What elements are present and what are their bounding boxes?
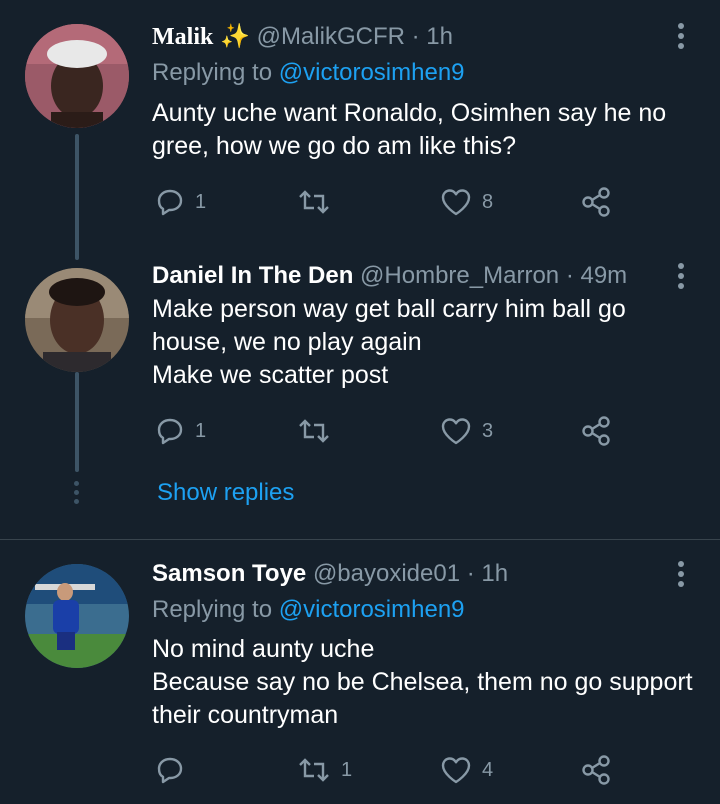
avatar[interactable] (25, 24, 129, 128)
reply-count: 1 (195, 419, 207, 442)
timestamp[interactable]: · 1h (467, 560, 508, 587)
replying-to-label: Replying to (152, 596, 273, 623)
share-icon (582, 416, 610, 446)
tweet-text-line: house, we no play again (152, 328, 422, 356)
tweet-text-line: Because say no be Chelsea, them no go su… (152, 668, 693, 696)
tweet-text-line: their countryman (152, 701, 339, 729)
mention-link[interactable]: @victorosimhen9 (279, 596, 465, 623)
avatar-image (25, 268, 129, 372)
user-handle[interactable]: @MalikGCFR (257, 23, 405, 50)
tweet-text: Aunty uche want Ronaldo, Osimhen say he … (152, 97, 697, 163)
display-name[interactable]: Daniel In The Den (152, 262, 353, 289)
tweet-actions: 1 3 (155, 414, 635, 448)
user-handle[interactable]: @Hombre_Marron (360, 262, 559, 289)
avatar-image (25, 564, 129, 668)
heart-icon (441, 757, 471, 784)
tweet-text: Make person way get ball carry him ball … (152, 293, 697, 392)
timestamp[interactable]: · 49m (566, 262, 627, 289)
reply-button[interactable]: 1 (155, 414, 206, 448)
more-options-icon[interactable] (676, 560, 686, 593)
share-icon (582, 755, 610, 785)
retweet-button[interactable] (297, 185, 341, 219)
tweet-actions: 1 8 (155, 185, 635, 219)
reply-count: 1 (195, 190, 207, 213)
avatar[interactable] (25, 564, 129, 668)
like-count: 4 (482, 758, 494, 781)
tweet-text-line: gree, how we go do am like this? (152, 132, 517, 160)
thread-continuation-dots (74, 481, 79, 508)
share-button[interactable] (580, 414, 612, 448)
show-replies-link[interactable]: Show replies (157, 479, 294, 507)
replying-to: Replying to @victorosimhen9 (152, 596, 465, 624)
reply-icon (157, 757, 183, 784)
user-handle[interactable]: @bayoxide01 (313, 560, 460, 587)
tweet[interactable]: Malik ✨ @MalikGCFR · 1h Replying to @vic… (0, 0, 720, 260)
tweet[interactable]: Daniel In The Den @Hombre_Marron · 49m M… (0, 260, 720, 472)
like-count: 3 (482, 419, 494, 442)
reply-icon (157, 189, 183, 216)
tweet-text-line: Make we scatter post (152, 361, 389, 389)
tweet-actions: 1 4 (155, 753, 635, 787)
more-options-icon[interactable] (676, 262, 686, 295)
tweet-text: No mind aunty uche Because say no be Che… (152, 633, 697, 732)
retweet-icon (299, 758, 329, 782)
tweet-header: Samson Toye @bayoxide01 · 1h (152, 560, 508, 588)
mention-link[interactable]: @victorosimhen9 (279, 59, 465, 86)
reply-button[interactable]: 1 (155, 185, 206, 219)
like-button[interactable]: 8 (440, 185, 493, 219)
replying-to-label: Replying to (152, 59, 273, 86)
display-name[interactable]: Malik (152, 24, 213, 50)
share-button[interactable] (580, 185, 612, 219)
avatar-image (25, 24, 129, 128)
reply-button[interactable] (155, 753, 195, 787)
retweet-button[interactable] (297, 414, 341, 448)
more-options-icon[interactable] (676, 22, 686, 55)
heart-icon (441, 418, 471, 445)
retweet-icon (299, 190, 329, 214)
like-button[interactable]: 3 (440, 414, 493, 448)
tweet-header: Malik ✨ @MalikGCFR · 1h (152, 22, 453, 51)
timestamp[interactable]: · 1h (412, 23, 453, 50)
replying-to: Replying to @victorosimhen9 (152, 59, 465, 87)
tweet[interactable]: Samson Toye @bayoxide01 · 1h Replying to… (0, 540, 720, 804)
like-count: 8 (482, 190, 494, 213)
share-icon (582, 187, 610, 217)
tweet-text-line: No mind aunty uche (152, 635, 375, 663)
retweet-icon (299, 419, 329, 443)
share-button[interactable] (580, 753, 612, 787)
sparkle-icon: ✨ (220, 23, 250, 50)
tweet-text-line: Aunty uche want Ronaldo, Osimhen say he … (152, 99, 667, 127)
tweet-header: Daniel In The Den @Hombre_Marron · 49m (152, 262, 627, 290)
display-name[interactable]: Samson Toye (152, 560, 306, 587)
heart-icon (441, 189, 471, 216)
reply-icon (157, 418, 183, 445)
retweet-button[interactable]: 1 (297, 753, 352, 787)
retweet-count: 1 (341, 758, 353, 781)
tweet-text-line: Make person way get ball carry him ball … (152, 295, 626, 323)
like-button[interactable]: 4 (440, 753, 493, 787)
avatar[interactable] (25, 268, 129, 372)
